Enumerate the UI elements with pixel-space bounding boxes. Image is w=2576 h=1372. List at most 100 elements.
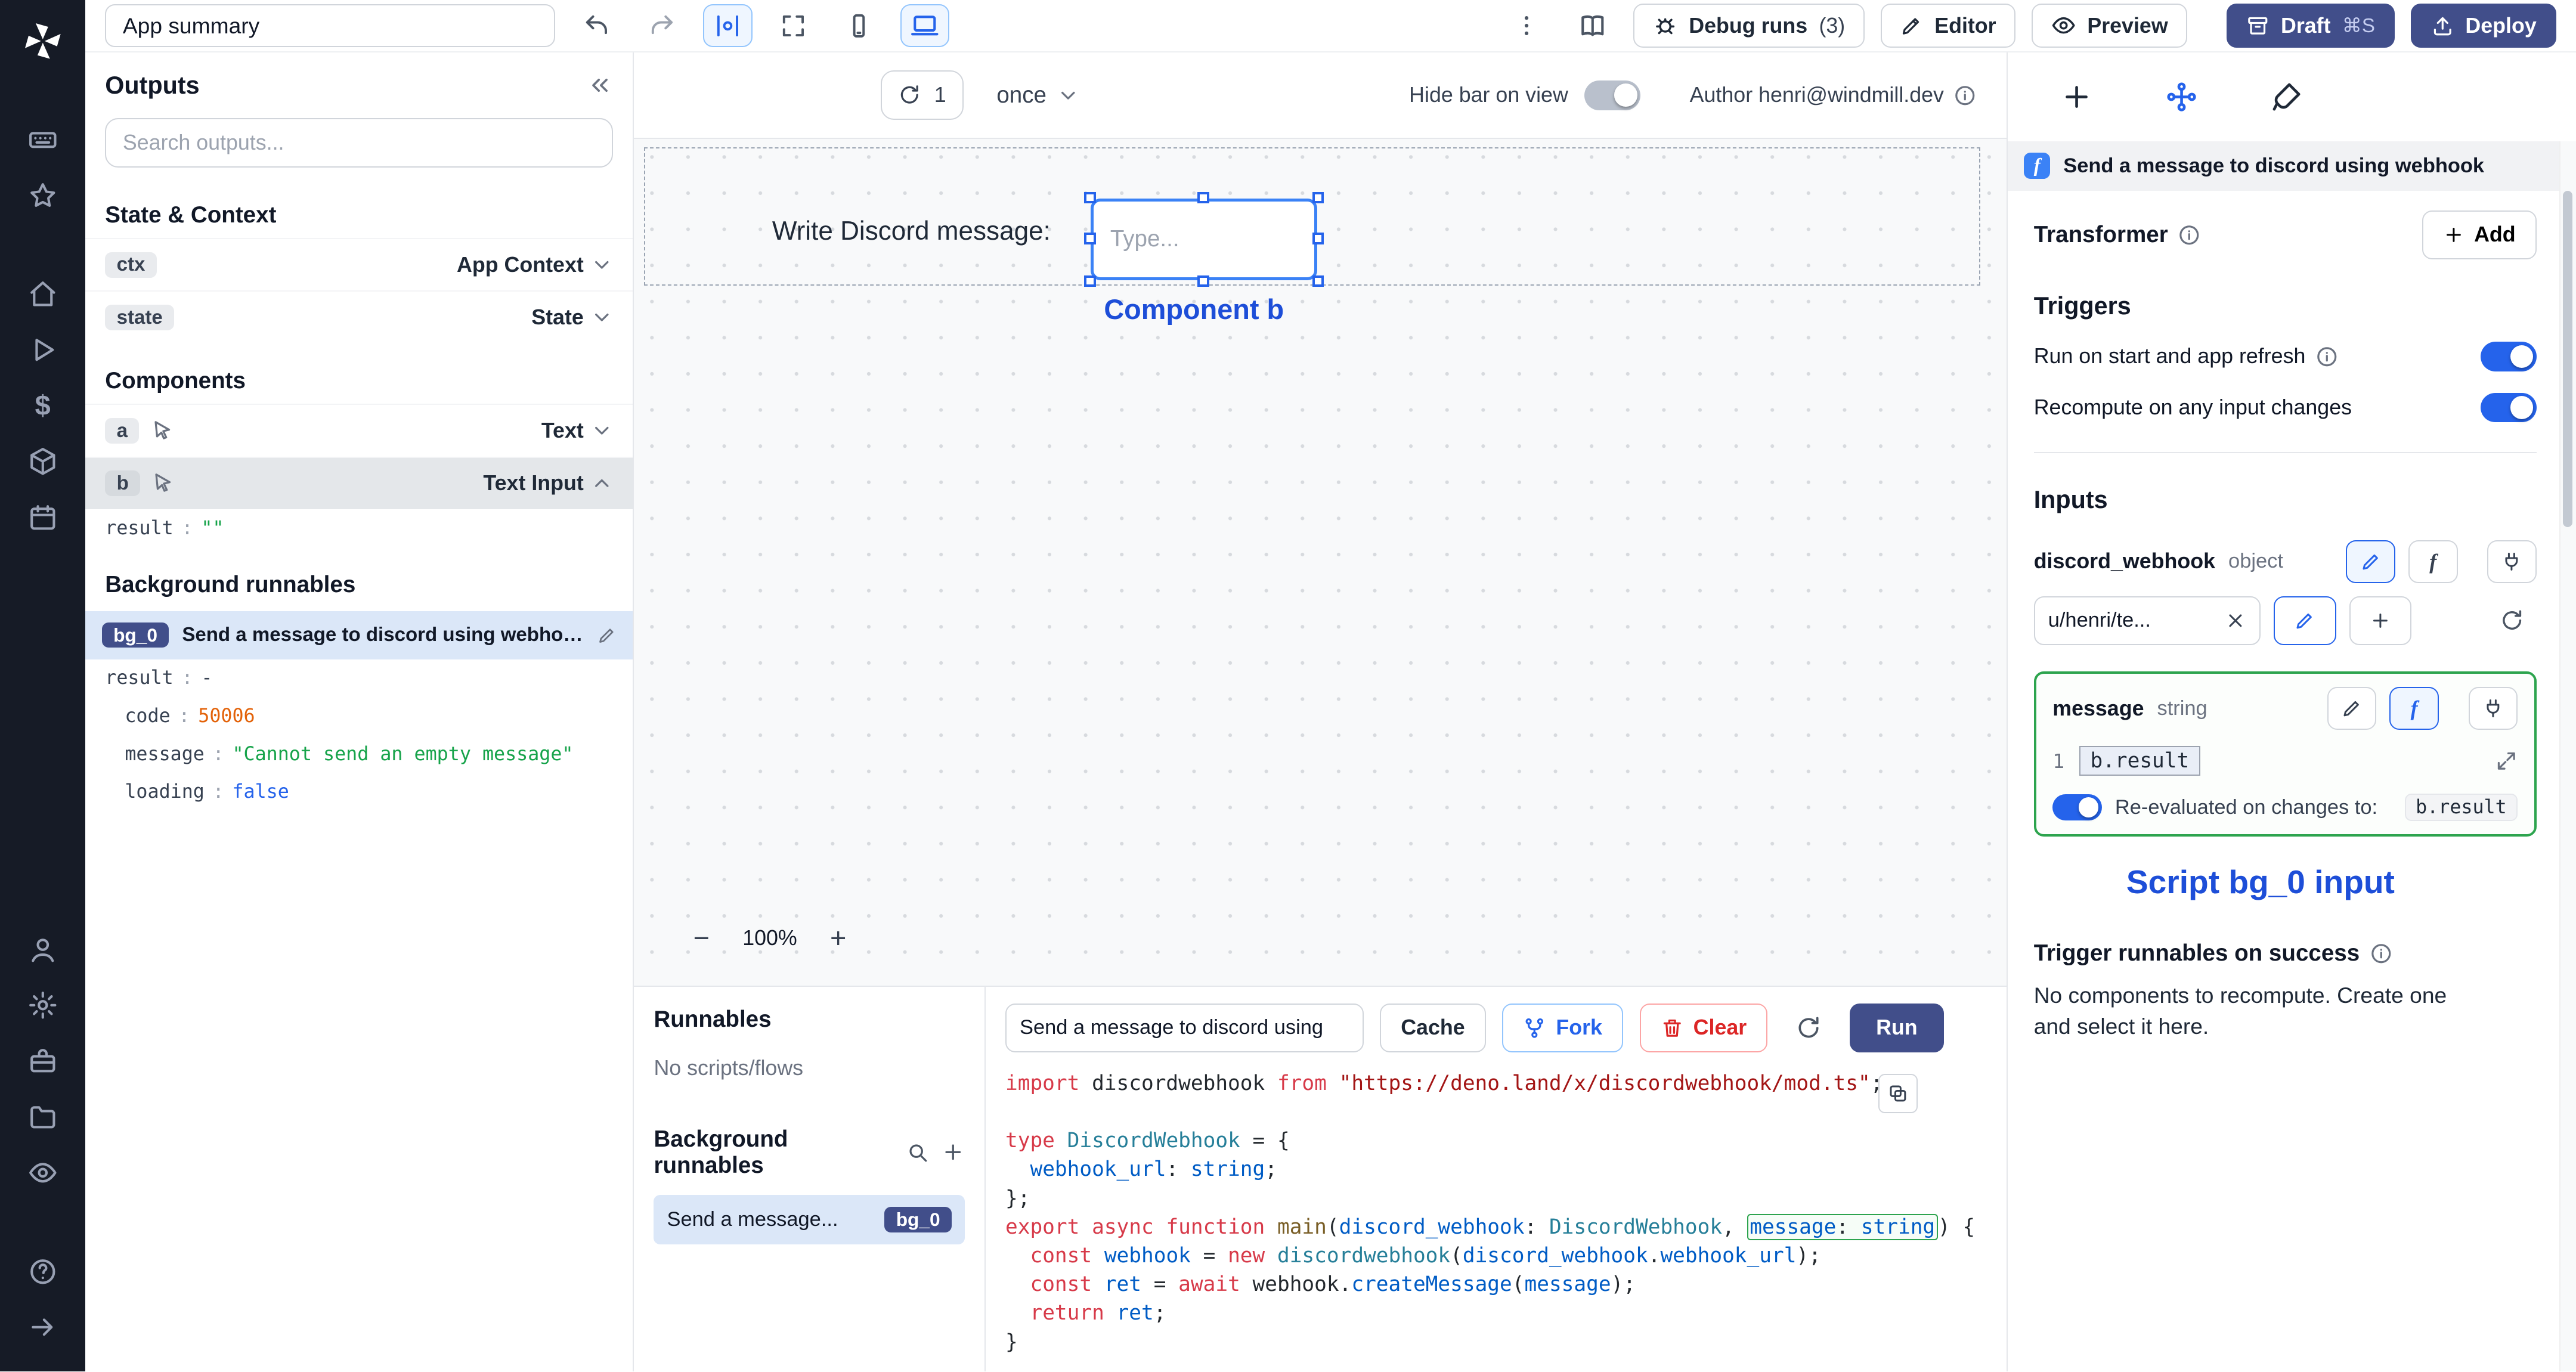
resize-handle[interactable] <box>1197 275 1209 287</box>
component-b-label: Text Input <box>483 471 584 495</box>
hide-bar-toggle[interactable] <box>1584 80 1640 110</box>
bg0-row[interactable]: bg_0 Send a message to discord using web… <box>85 611 633 659</box>
code-line: import discordwebhook from "https://deno… <box>1005 1071 1883 1095</box>
settings-gear-icon[interactable] <box>13 977 72 1033</box>
draft-button[interactable]: Draft ⌘S <box>2227 3 2395 48</box>
static-edit-button[interactable] <box>2327 687 2377 730</box>
resources-icon[interactable] <box>13 433 72 490</box>
mobile-view-button[interactable] <box>834 4 884 47</box>
resize-handle[interactable] <box>1197 191 1209 203</box>
cache-button[interactable]: Cache <box>1380 1003 1486 1053</box>
refresh-count-pill[interactable]: 1 <box>880 70 964 120</box>
app-canvas[interactable]: Write Discord message: Component b <box>634 138 2007 986</box>
selected-runnable-header[interactable]: f Send a message to discord using webhoo… <box>2007 141 2576 191</box>
resource-value-input[interactable]: u/henri/te... <box>2033 596 2261 646</box>
resource-value: u/henri/te... <box>2048 609 2151 632</box>
edit-resource-button[interactable] <box>2273 596 2336 646</box>
runs-icon[interactable] <box>13 322 72 378</box>
desktop-view-button[interactable] <box>900 4 950 47</box>
resize-handle[interactable] <box>1084 233 1096 244</box>
windmill-logo[interactable] <box>13 13 72 69</box>
runnable-title-input[interactable] <box>1005 1003 1364 1053</box>
clear-button[interactable]: Clear <box>1639 1003 1768 1053</box>
trash-icon <box>1663 1019 1681 1037</box>
more-menu-button[interactable] <box>1502 4 1552 47</box>
eval-input-button[interactable]: f <box>2408 540 2458 583</box>
run-button[interactable]: Run <box>1849 1003 1944 1053</box>
component-b-input[interactable] <box>1091 198 1318 281</box>
component-a-row[interactable]: a Text <box>85 404 633 456</box>
eval-input-button[interactable]: f <box>2389 687 2439 730</box>
code-editor[interactable]: import discordwebhook from "https://deno… <box>1005 1069 1987 1355</box>
edit-pencil-icon[interactable] <box>597 625 617 645</box>
resize-handle[interactable] <box>1084 191 1096 203</box>
workers-icon[interactable] <box>13 1033 72 1089</box>
tab-component-settings[interactable] <box>2165 80 2198 113</box>
tab-insert-component[interactable] <box>2060 80 2093 113</box>
add-transformer-button[interactable]: Add <box>2422 210 2537 260</box>
connect-input-button[interactable] <box>2487 540 2537 583</box>
copy-code-widget[interactable] <box>1878 1073 1918 1114</box>
audit-logs-eye-icon[interactable] <box>13 1145 72 1201</box>
editor-button[interactable]: Editor <box>1881 3 2015 48</box>
expand-sidebar-icon[interactable] <box>13 1299 72 1355</box>
components-header: Components <box>105 367 246 394</box>
debug-runs-button[interactable]: Debug runs (3) <box>1633 3 1865 48</box>
zoom-in-button[interactable]: + <box>817 916 860 959</box>
refresh-resource-button[interactable] <box>2487 596 2537 646</box>
search-icon[interactable] <box>906 1141 929 1164</box>
ctx-row[interactable]: ctx App Context <box>85 238 633 290</box>
variables-icon[interactable]: $ <box>13 378 72 434</box>
users-icon[interactable] <box>13 922 72 978</box>
apps-icon[interactable] <box>13 112 72 168</box>
text-component-a[interactable]: Write Discord message: <box>772 216 1051 246</box>
favorites-star-icon[interactable] <box>13 168 72 224</box>
info-icon[interactable] <box>1953 84 1977 107</box>
preview-button[interactable]: Preview <box>2032 3 2187 48</box>
info-icon[interactable] <box>2370 942 2393 965</box>
refresh-code-button[interactable] <box>1784 1004 1834 1053</box>
run-on-start-toggle[interactable] <box>2481 342 2537 371</box>
schedules-calendar-icon[interactable] <box>13 490 72 546</box>
code-lines: import discordwebhook from "https://deno… <box>1005 1069 1987 1355</box>
zoom-out-button[interactable]: − <box>680 916 723 959</box>
reeval-toggle[interactable] <box>2052 794 2102 821</box>
info-icon[interactable] <box>2178 224 2201 247</box>
undo-button[interactable] <box>572 4 621 47</box>
app-summary-input[interactable] <box>105 4 556 47</box>
deploy-button[interactable]: Deploy <box>2411 3 2556 48</box>
redo-button[interactable] <box>637 4 687 47</box>
help-icon[interactable] <box>13 1244 72 1300</box>
expression-value[interactable]: b.result <box>2079 746 2200 776</box>
state-row[interactable]: state State <box>85 290 633 343</box>
collapse-panel-icon[interactable] <box>587 72 613 98</box>
outputs-search-input[interactable] <box>105 118 614 168</box>
resize-handle[interactable] <box>1312 275 1324 287</box>
state-label: State <box>531 305 584 330</box>
fork-icon <box>1525 1018 1544 1038</box>
folders-icon[interactable] <box>13 1089 72 1145</box>
textinput-component-b[interactable] <box>1084 191 1324 287</box>
docs-book-button[interactable] <box>1568 4 1617 47</box>
clear-value-icon[interactable] <box>2225 610 2246 631</box>
component-b-row[interactable]: b Text Input <box>85 456 633 509</box>
scrollbar-thumb[interactable] <box>2562 190 2573 528</box>
info-icon[interactable] <box>2315 345 2339 368</box>
add-resource-button[interactable] <box>2349 596 2412 646</box>
runnable-item-bg0[interactable]: Send a message... bg_0 <box>654 1195 965 1244</box>
schedule-select[interactable]: once <box>996 82 1079 109</box>
fullscreen-button[interactable] <box>769 4 818 47</box>
tab-styling[interactable] <box>2270 80 2303 113</box>
fork-button[interactable]: Fork <box>1502 1003 1623 1053</box>
resize-handle[interactable] <box>1312 233 1324 244</box>
recompute-toggle[interactable] <box>2481 392 2537 423</box>
add-runnable-icon[interactable] <box>942 1141 965 1164</box>
expand-editor-icon[interactable] <box>2495 750 2518 773</box>
resize-handle[interactable] <box>1084 275 1096 287</box>
static-edit-button[interactable] <box>2346 540 2395 583</box>
center-width-button[interactable] <box>703 4 753 47</box>
resize-handle[interactable] <box>1312 191 1324 203</box>
home-icon[interactable] <box>13 266 72 322</box>
connect-input-button[interactable] <box>2468 687 2518 730</box>
